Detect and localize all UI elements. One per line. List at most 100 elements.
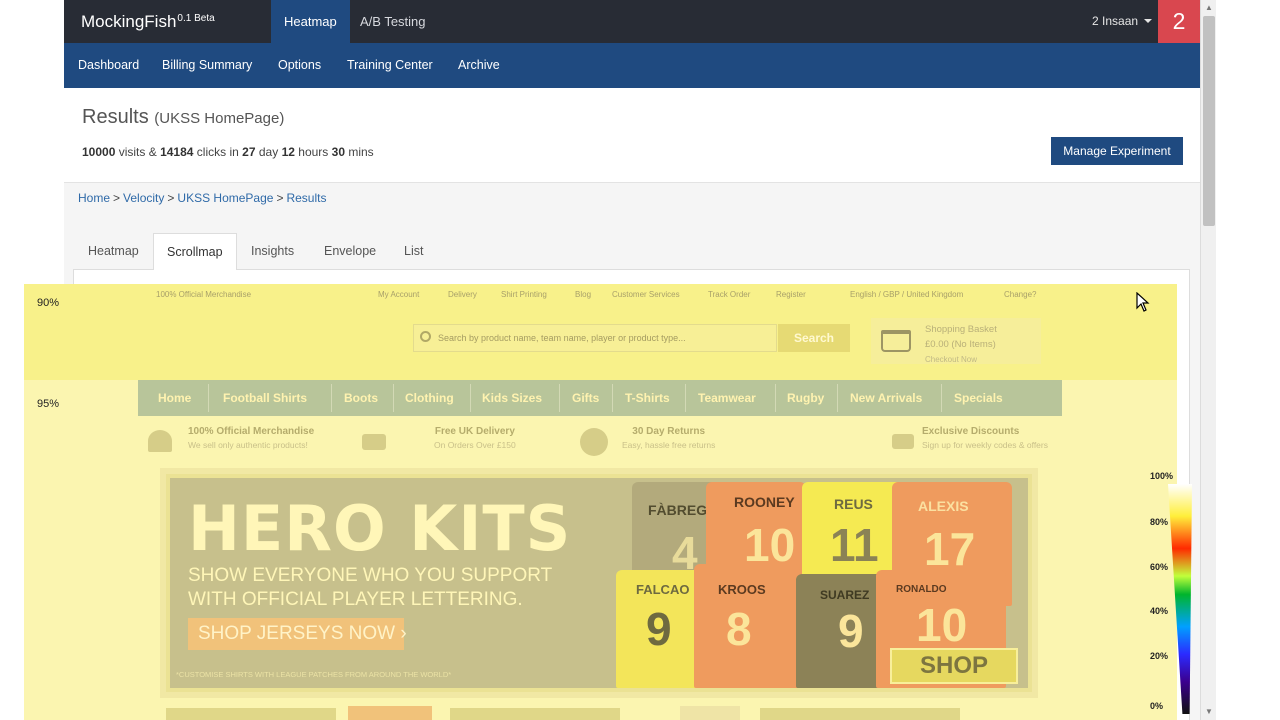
visits-count: 10000 (82, 145, 116, 159)
hours-count: 12 (281, 145, 295, 159)
breadcrumb-separator: > (167, 191, 175, 205)
site-strip-item: 100% Official Merchandise (156, 290, 252, 299)
hero-subtitle-line: WITH OFFICIAL PLAYER LETTERING. (188, 589, 523, 610)
site-usp-strip: 100% Official Merchandise We sell only au… (148, 420, 1056, 466)
hero-footnote: *CUSTOMISE SHIRTS WITH LEAGUE PATCHES FR… (176, 670, 452, 679)
page-scrollbar[interactable]: ▲ ▼ (1200, 0, 1216, 720)
site-nav-item: Home (158, 391, 192, 405)
tab-scrollmap[interactable]: Scrollmap (153, 233, 237, 271)
usp-title: Exclusive Discounts (922, 426, 1020, 437)
breadcrumb-results[interactable]: Results (286, 191, 326, 205)
usp-title: 30 Day Returns (632, 426, 706, 437)
site-nav-item: Boots (344, 391, 378, 405)
notification-badge[interactable]: 2 (1158, 0, 1200, 43)
hours-label: hours (298, 145, 329, 159)
user-menu[interactable]: 2 Insaan (1092, 0, 1153, 43)
site-product-row-preview (160, 704, 1038, 720)
site-strip-item: Change? (1004, 290, 1037, 299)
jersey-name: ALEXIS (918, 498, 969, 514)
site-strip-item: Blog (575, 290, 592, 299)
breadcrumb-home[interactable]: Home (78, 191, 110, 205)
hero-cta-button: SHOP JERSEYS NOW › (188, 618, 407, 650)
site-top-strip: 100% Official Merchandise My Account Del… (156, 288, 1044, 304)
site-nav-item: Clothing (405, 391, 454, 405)
tab-insights[interactable]: Insights (238, 233, 307, 270)
site-strip-item: Track Order (708, 290, 751, 299)
nav-divider (331, 384, 332, 412)
breadcrumb-ukss-homepage[interactable]: UKSS HomePage (177, 191, 273, 205)
jersey-name: RONALDO (896, 584, 947, 595)
visits-label: visits & (118, 145, 157, 159)
clicks-label: clicks in (196, 145, 239, 159)
breadcrumb-separator: > (113, 191, 121, 205)
mins-label: mins (348, 145, 374, 159)
jersey-number: 11 (830, 519, 879, 571)
tab-list[interactable]: List (391, 233, 436, 270)
scroll-down-arrow-icon[interactable]: ▼ (1201, 706, 1217, 718)
top-navbar: MockingFish0.1 Beta Heatmap A/B Testing … (64, 0, 1200, 43)
site-nav-item: Kids Sizes (482, 391, 543, 405)
jersey-name: ROONEY (734, 494, 795, 510)
product-tile (760, 708, 960, 720)
site-nav-item: Teamwear (698, 391, 756, 405)
legend-gradient-bar (1168, 484, 1192, 714)
chevron-right-icon: › (400, 623, 407, 644)
legend-label: 100% (1150, 471, 1174, 481)
jersey-number: 17 (924, 523, 976, 575)
breadcrumb: Home > Velocity > UKSS HomePage > Results (78, 191, 326, 205)
nav-divider (612, 384, 613, 412)
site-basket: Shopping Basket £0.00 (No Items) Checkou… (871, 318, 1041, 364)
days-count: 27 (242, 145, 256, 159)
nav-divider (559, 384, 560, 412)
clicks-count: 14184 (160, 145, 194, 159)
breadcrumb-velocity[interactable]: Velocity (123, 191, 164, 205)
basket-icon (881, 330, 911, 352)
site-hero-banner: HERO KITS SHOW EVERYONE WHO YOU SUPPORT … (160, 468, 1038, 698)
top-tab-heatmap[interactable]: Heatmap (271, 0, 350, 43)
manage-experiment-button[interactable]: Manage Experiment (1051, 137, 1183, 165)
subnav-archive[interactable]: Archive (458, 43, 500, 88)
legend-label: 20% (1150, 651, 1169, 661)
site-strip-item: Customer Services (612, 290, 680, 299)
nav-divider (837, 384, 838, 412)
hero-title: HERO KITS (188, 492, 572, 565)
scroll-band-label-90: 90% (37, 297, 60, 309)
usp-sub: Sign up for weekly codes & offers (922, 440, 1048, 450)
site-strip-item: English / GBP / United Kingdom (850, 290, 964, 299)
site-nav-item: T-Shirts (625, 391, 670, 405)
site-nav-item: Specials (954, 391, 1003, 405)
site-nav-item: Football Shirts (223, 391, 307, 405)
brand-logo[interactable]: MockingFish0.1 Beta (81, 12, 215, 32)
basket-amount: £0.00 (No Items) (925, 339, 996, 350)
scroll-up-arrow-icon[interactable]: ▲ (1201, 2, 1217, 14)
tab-heatmap[interactable]: Heatmap (75, 233, 152, 270)
jersey-name: SUAREZ (820, 588, 870, 602)
returns-badge-icon (580, 428, 608, 456)
truck-icon (362, 434, 386, 450)
days-label: day (258, 145, 279, 159)
tab-envelope[interactable]: Envelope (311, 233, 389, 270)
usp-title: Free UK Delivery (434, 426, 515, 437)
usp-sub: Easy, hassle free returns (622, 440, 716, 450)
usp-sub: On Orders Over £150 (434, 440, 516, 450)
subnav-billing-summary[interactable]: Billing Summary (162, 43, 252, 88)
subnav-options[interactable]: Options (278, 43, 321, 88)
results-title-text: Results (82, 106, 149, 128)
results-page-name: (UKSS HomePage) (154, 110, 285, 127)
subnav-training-center[interactable]: Training Center (347, 43, 433, 88)
product-tile (450, 708, 620, 720)
nav-divider (685, 384, 686, 412)
secondary-navbar: Dashboard Billing Summary Options Traini… (64, 43, 1200, 88)
scrollbar-thumb[interactable] (1203, 16, 1215, 226)
scrollmap-canvas[interactable]: 100% Official Merchandise My Account Del… (24, 284, 1177, 720)
chevron-down-icon (1144, 19, 1153, 23)
site-nav-item: Gifts (572, 391, 600, 405)
top-tab-ab-testing[interactable]: A/B Testing (347, 0, 439, 43)
envelope-icon (892, 434, 914, 449)
basket-title: Shopping Basket (925, 324, 997, 335)
basket-checkout: Checkout Now (925, 355, 978, 364)
site-search-placeholder: Search by product name, team name, playe… (438, 333, 686, 343)
subnav-dashboard[interactable]: Dashboard (78, 43, 139, 88)
brand-version: 0.1 Beta (177, 13, 215, 24)
site-strip-item: Shirt Printing (501, 290, 547, 299)
